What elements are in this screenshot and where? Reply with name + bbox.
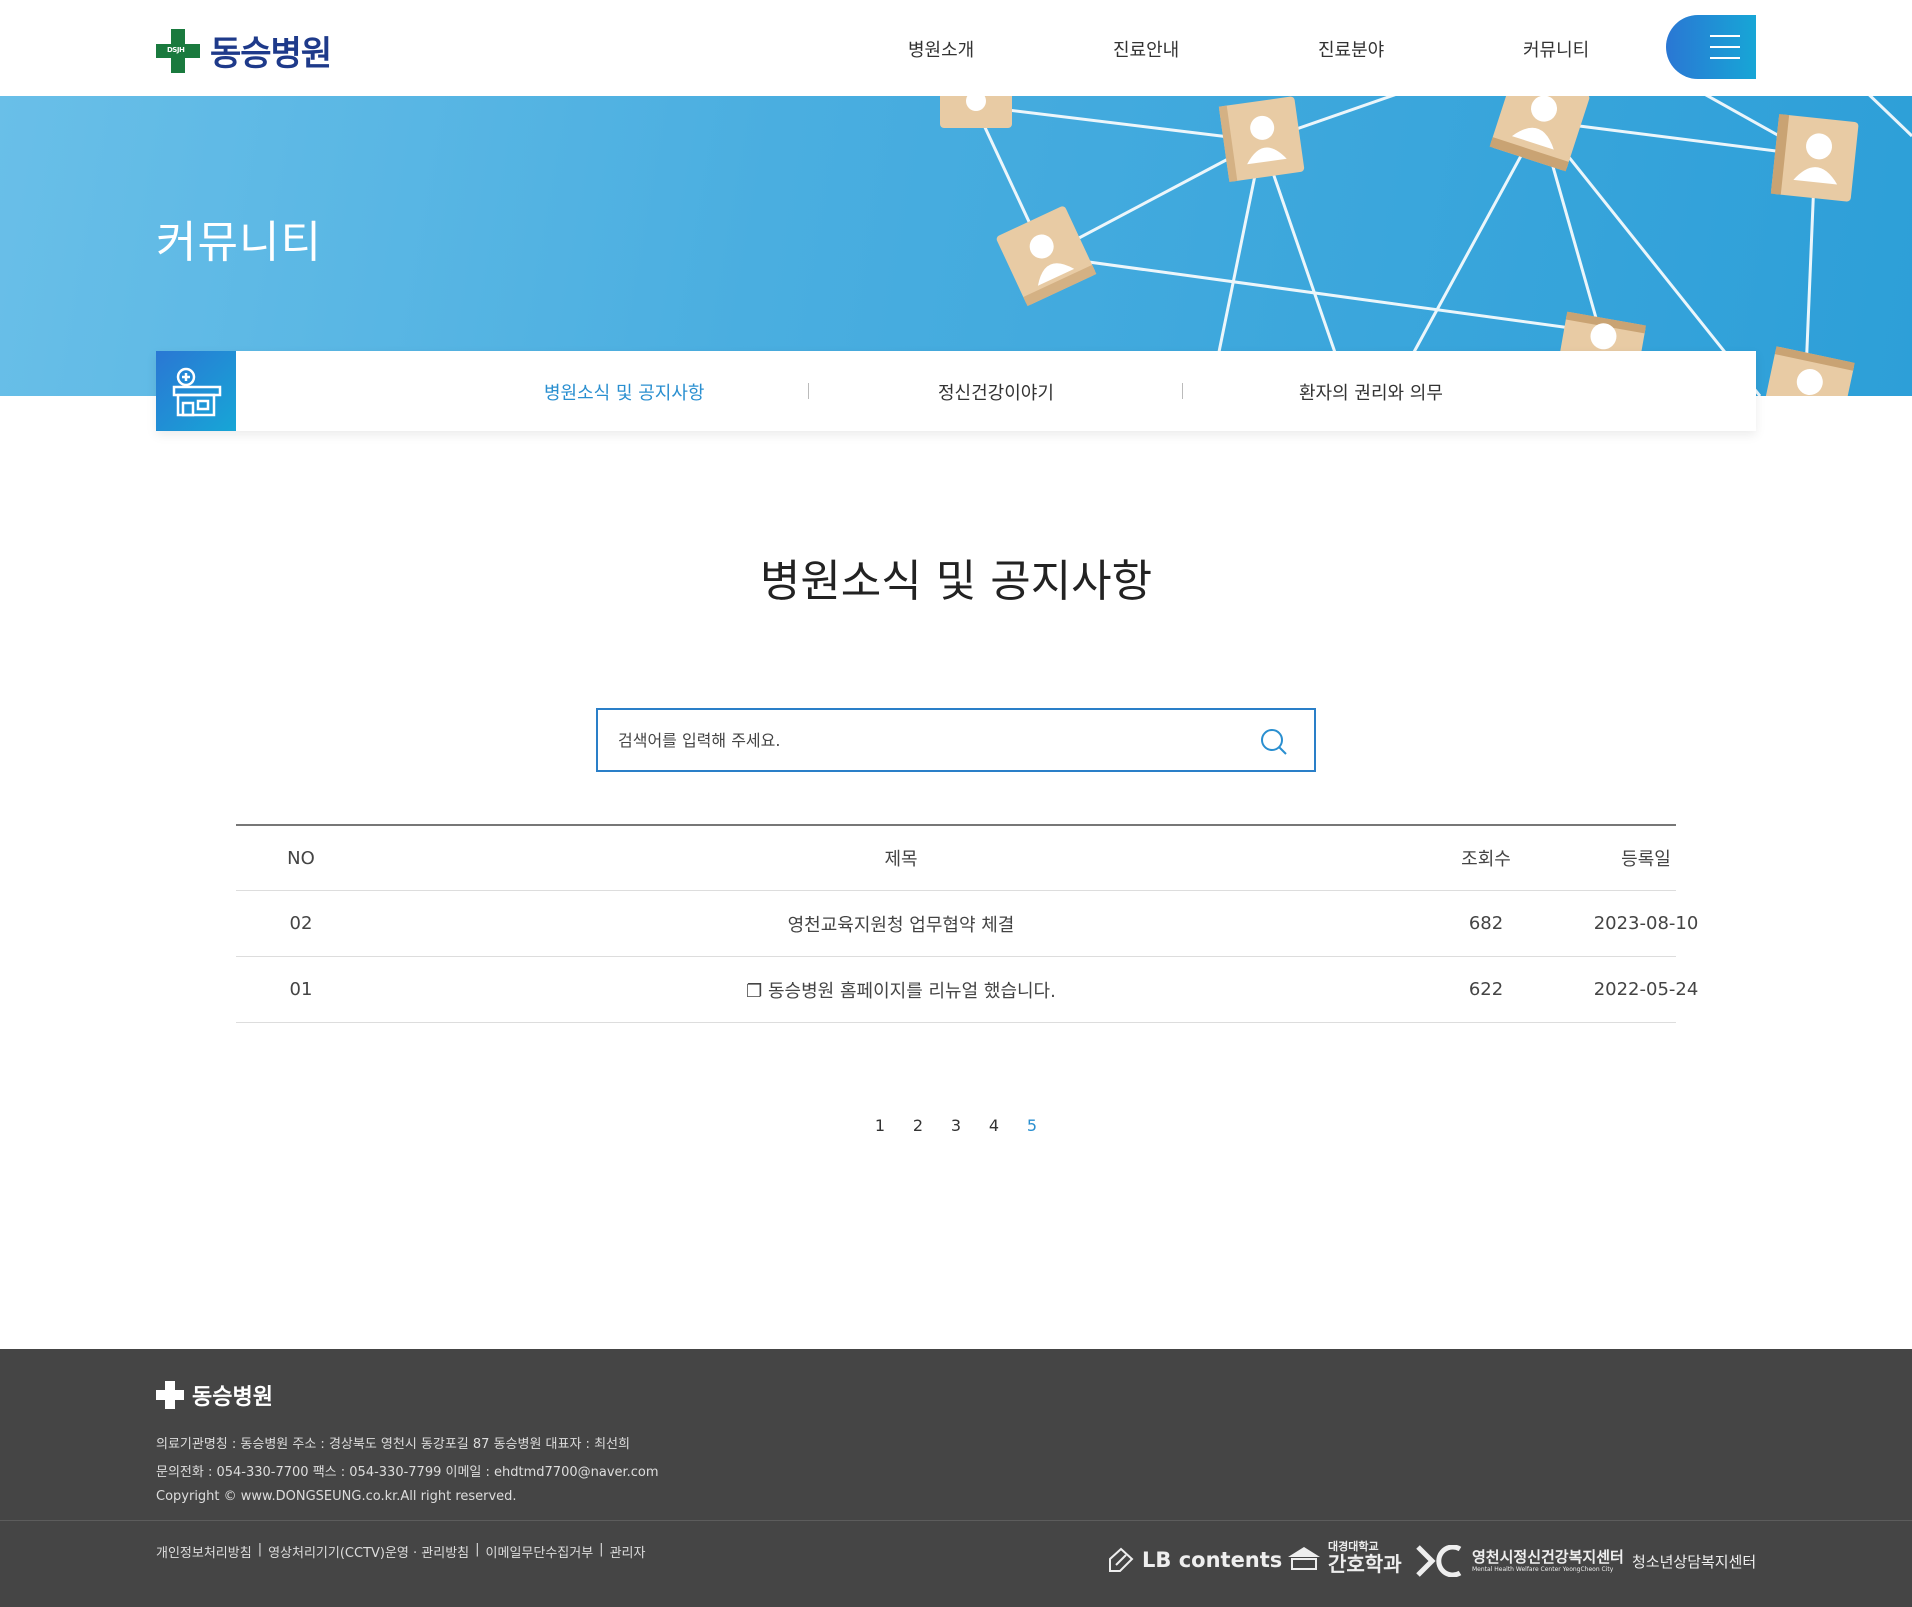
header-no: NO bbox=[287, 847, 315, 869]
search-input[interactable] bbox=[618, 724, 1218, 756]
page-link-1[interactable]: 1 bbox=[872, 1116, 888, 1135]
search-icon[interactable] bbox=[1258, 726, 1290, 758]
footer-divider bbox=[0, 1520, 1912, 1521]
subnav-item-notices[interactable]: 병원소식 및 공지사항 bbox=[544, 379, 704, 405]
row-date: 2023-08-10 bbox=[1593, 913, 1699, 934]
sub-navigation: 병원소식 및 공지사항 정신건강이야기 환자의 권리와 의무 bbox=[156, 351, 1756, 431]
yeongcheon-center-logo-icon bbox=[1416, 1545, 1462, 1577]
daegyeong-emblem-icon bbox=[1288, 1547, 1320, 1571]
partner-youth-counseling[interactable]: 청소년상담복지센터 bbox=[1632, 1551, 1756, 1572]
footer-info-line: 의료기관명칭 : 동승병원 주소 : 경상북도 영천시 동강포길 87 동승병원… bbox=[156, 1437, 630, 1452]
row-date: 2022-05-24 bbox=[1593, 979, 1699, 1000]
row-no: 02 bbox=[289, 913, 313, 934]
row-title-link[interactable]: 영천교육지원청 업무협약 체결 bbox=[366, 891, 1436, 956]
logo-text: 동승병원 bbox=[210, 34, 332, 74]
row-views: 682 bbox=[1468, 913, 1504, 934]
page-link-5-current[interactable]: 5 bbox=[1024, 1116, 1040, 1135]
row-no: 01 bbox=[289, 979, 313, 1000]
hamburger-menu-button[interactable] bbox=[1666, 15, 1756, 79]
lb-logo-icon bbox=[1109, 1547, 1134, 1572]
site-footer: 동승병원 의료기관명칭 : 동승병원 주소 : 경상북도 영천시 동강포길 87… bbox=[0, 1349, 1912, 1607]
table-header: NO 제목 조회수 등록일 bbox=[236, 824, 1676, 891]
header-title: 제목 bbox=[884, 849, 918, 870]
email-refusal-link[interactable]: 이메일무단수집거부 bbox=[486, 1542, 594, 1561]
row-views: 622 bbox=[1468, 979, 1504, 1000]
site-logo[interactable]: DSJH 동승병원 bbox=[156, 26, 332, 75]
page-link-3[interactable]: 3 bbox=[948, 1116, 964, 1135]
nav-item-guide[interactable]: 진료안내 bbox=[1113, 36, 1179, 62]
search-box bbox=[596, 708, 1316, 772]
footer-copyright: Copyright © www.DONGSEUNG.co.kr.All righ… bbox=[156, 1489, 517, 1504]
table-row[interactable]: 01 ❐ 동승병원 홈페이지를 리뉴얼 했습니다. 622 2022-05-24 bbox=[236, 957, 1698, 1023]
hospital-icon bbox=[156, 351, 236, 431]
table-row[interactable]: 02 영천교육지원청 업무협약 체결 682 2023-08-10 bbox=[236, 891, 1698, 957]
subnav-divider bbox=[808, 383, 809, 399]
header-views: 조회수 bbox=[1461, 849, 1511, 870]
banner-title: 커뮤니티 bbox=[156, 217, 322, 268]
cross-logo-icon bbox=[156, 1381, 184, 1409]
row-title-link[interactable]: ❐ 동승병원 홈페이지를 리뉴얼 했습니다. bbox=[366, 957, 1436, 1022]
partner-daegyeong-nursing[interactable]: 대경대학교 간호학과 bbox=[1286, 1540, 1402, 1575]
footer-links: 개인정보처리방침 | 영상처리기기(CCTV)운영 · 관리방침 | 이메일무단… bbox=[156, 1542, 646, 1561]
admin-link[interactable]: 관리자 bbox=[610, 1542, 646, 1561]
cross-logo-icon: DSJH bbox=[156, 28, 200, 73]
page-link-4[interactable]: 4 bbox=[986, 1116, 1002, 1135]
footer-info-line: 문의전화 : 054-330-7700 팩스 : 054-330-7799 이메… bbox=[156, 1465, 659, 1480]
footer-logo-text: 동승병원 bbox=[192, 1385, 273, 1410]
notice-table: NO 제목 조회수 등록일 02 영천교육지원청 업무협약 체결 682 202… bbox=[236, 824, 1698, 1023]
page-title: 병원소식 및 공지사항 bbox=[759, 556, 1153, 607]
nav-item-community[interactable]: 커뮤니티 bbox=[1523, 36, 1589, 62]
nav-item-about[interactable]: 병원소개 bbox=[908, 36, 974, 62]
site-header: DSJH 동승병원 병원소개 진료안내 진료분야 커뮤니티 bbox=[0, 0, 1912, 96]
privacy-policy-link[interactable]: 개인정보처리방침 bbox=[156, 1542, 252, 1561]
page-link-2[interactable]: 2 bbox=[910, 1116, 926, 1135]
partner-lb-contents[interactable]: LB contents bbox=[1106, 1545, 1282, 1575]
header-date: 등록일 bbox=[1621, 849, 1671, 870]
subnav-item-patient-rights[interactable]: 환자의 권리와 의무 bbox=[1299, 379, 1443, 405]
footer-logo: 동승병원 bbox=[156, 1379, 273, 1411]
nav-item-departments[interactable]: 진료분야 bbox=[1318, 36, 1384, 62]
partner-yeongcheon-mental-health[interactable]: 영천시정신건강복지센터 Mental Health Welfare Center… bbox=[1416, 1545, 1624, 1577]
subnav-item-mental-health[interactable]: 정신건강이야기 bbox=[938, 379, 1054, 405]
wooden-block-icon bbox=[940, 96, 1012, 128]
hamburger-icon bbox=[1710, 35, 1740, 37]
subnav-divider bbox=[1182, 383, 1183, 399]
pagination: 1 2 3 4 5 bbox=[0, 1116, 1912, 1135]
cctv-policy-link[interactable]: 영상처리기기(CCTV)운영 · 관리방침 bbox=[268, 1542, 469, 1561]
